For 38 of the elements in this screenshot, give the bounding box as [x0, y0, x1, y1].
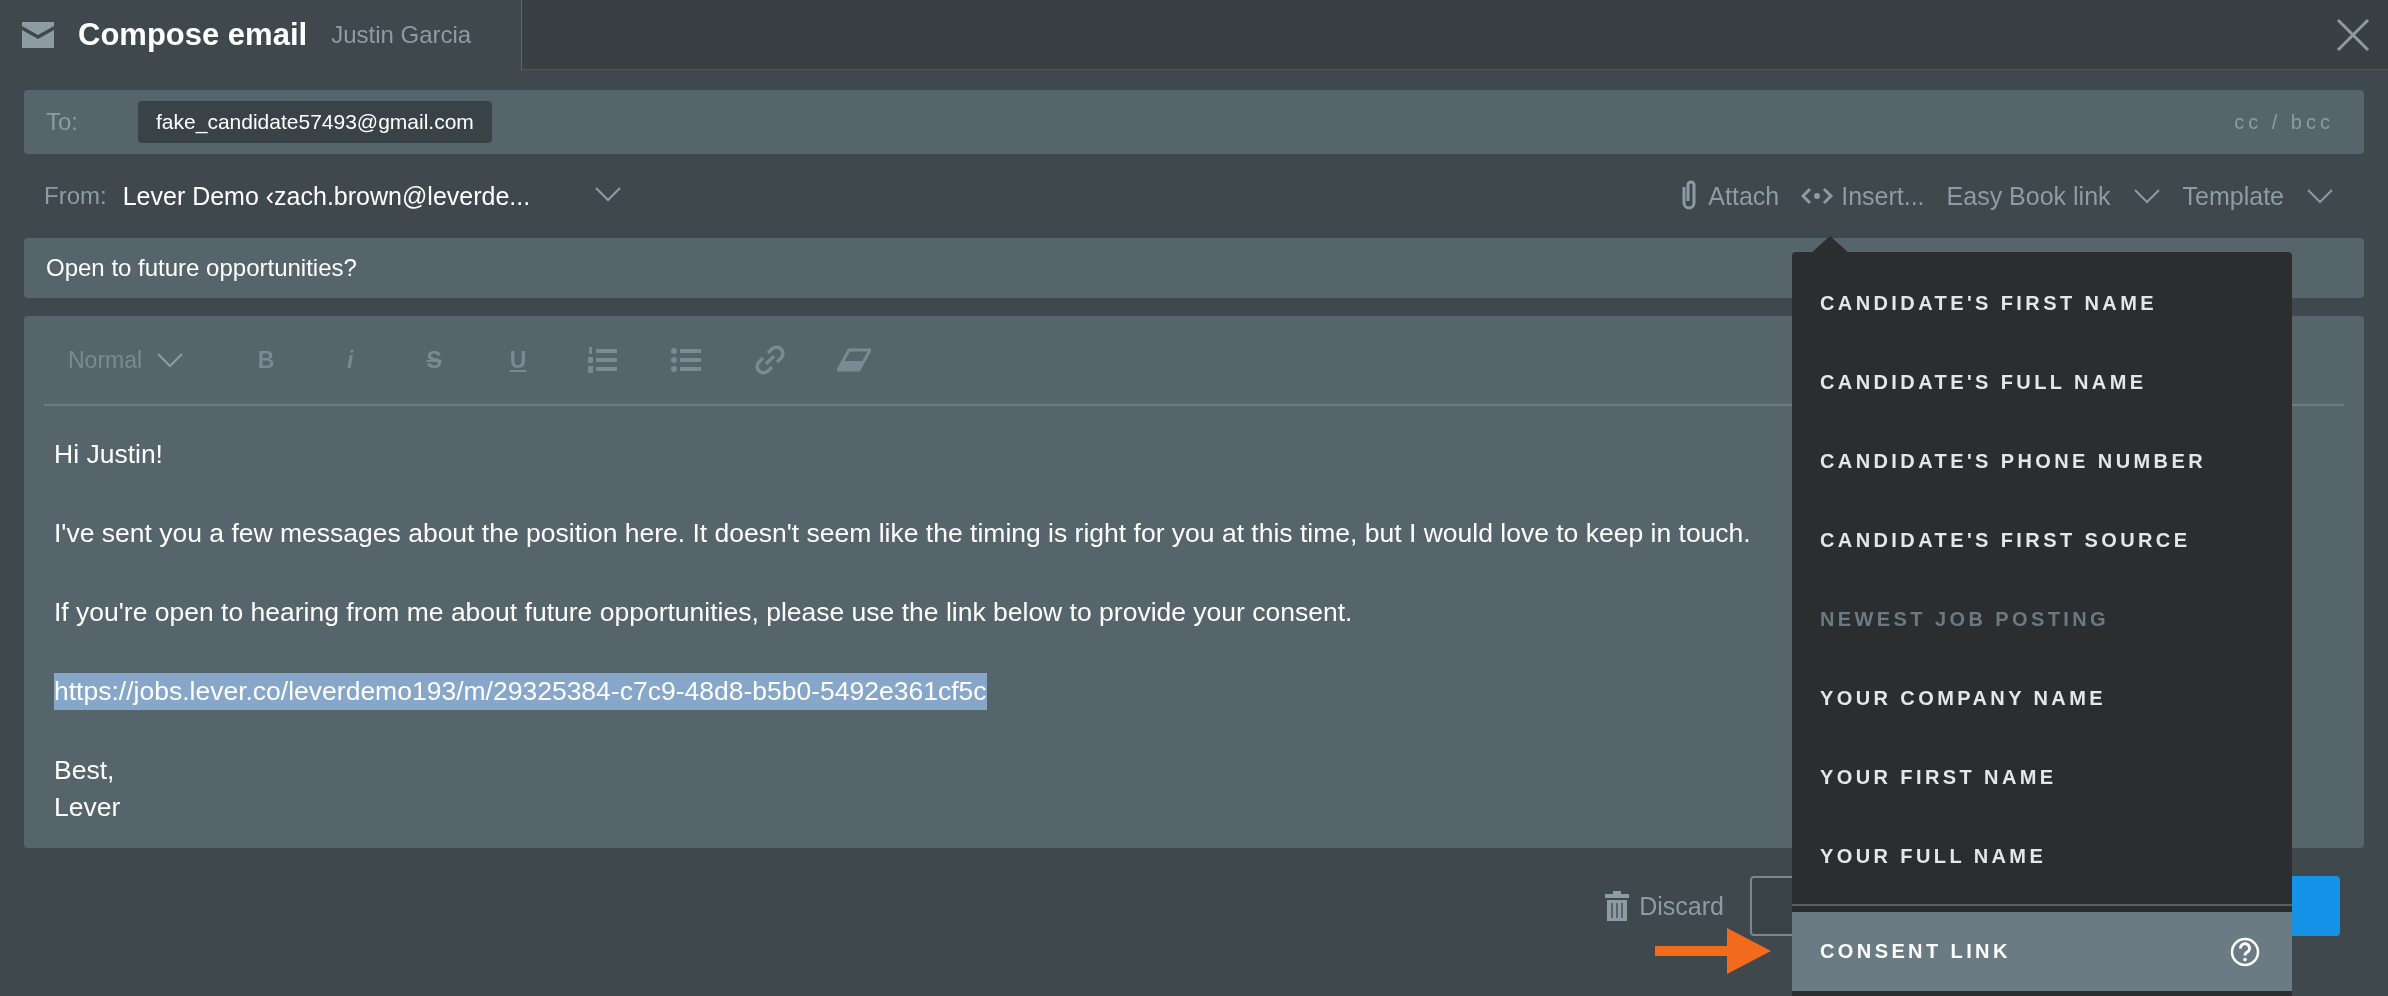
- menu-item[interactable]: CANDIDATE'S FIRST SOURCE: [1792, 501, 2292, 580]
- chevron-icon: [2132, 188, 2161, 204]
- dropdown-button[interactable]: Easy Book link: [1946, 181, 2161, 211]
- menu-item[interactable]: YOUR COMPANY NAME: [1792, 659, 2292, 738]
- dropdown-button[interactable]: Template: [2182, 181, 2334, 211]
- consent-link-item[interactable]: CONSENT LINK: [1792, 912, 2292, 991]
- chevron-icon: [594, 186, 623, 202]
- menu-item[interactable]: CANDIDATE'S PHONE NUMBER: [1792, 422, 2292, 501]
- message-text: Hi Justin!: [54, 438, 163, 471]
- bullet-list-icon[interactable]: [671, 347, 702, 373]
- attach-button[interactable]: Attach: [1678, 179, 1780, 213]
- envelope-icon: [22, 22, 54, 48]
- numbered-list-icon[interactable]: [587, 346, 618, 374]
- discard-button[interactable]: Discard: [1599, 890, 1730, 922]
- menu-item[interactable]: CANDIDATE'S FULL NAME: [1792, 343, 2292, 422]
- menu-item[interactable]: YOUR FIRST NAME: [1792, 738, 2292, 817]
- window-title: Compose email: [78, 17, 308, 53]
- trash-icon: [1605, 891, 1630, 921]
- eraser-icon[interactable]: [837, 348, 872, 372]
- selected-link-text: https://jobs.lever.co/leverdemo193/m/29325384-c7c9-48d8-b5b0-5492e361cf5c: [54, 673, 987, 710]
- from-select[interactable]: Lever Demo ‹zach.brown@leverde...: [122, 181, 531, 211]
- insert-button[interactable]: Insert...: [1801, 181, 1925, 211]
- message-text: I've sent you a few messages about the position here. It doesn't seem like the timing is right for you at this time, but I would love to keep in touch.: [54, 517, 1751, 550]
- message-text: Best,: [54, 754, 115, 787]
- recipient-chip[interactable]: fake_candidate57493@gmail.com: [138, 101, 492, 143]
- help-icon[interactable]: [2230, 936, 2260, 967]
- to-field[interactable]: To: fake_candidate57493@gmail.com cc / bcc: [24, 90, 2364, 154]
- chevron-icon: [2306, 188, 2334, 204]
- menu-item[interactable]: YOUR FULL NAME: [1792, 817, 2292, 896]
- link-icon[interactable]: [755, 345, 786, 375]
- from-label: From:: [44, 182, 107, 210]
- message-text: Lever: [54, 791, 121, 824]
- chevron-icon: [156, 352, 185, 368]
- close-icon[interactable]: [2336, 17, 2370, 52]
- to-label: To:: [46, 108, 78, 136]
- code-icon: [1801, 186, 1834, 206]
- candidate-name: Justin Garcia: [331, 21, 472, 49]
- message-text: If you're open to hearing from me about future opportunities, please use the link below to provide your consent.: [54, 596, 1353, 629]
